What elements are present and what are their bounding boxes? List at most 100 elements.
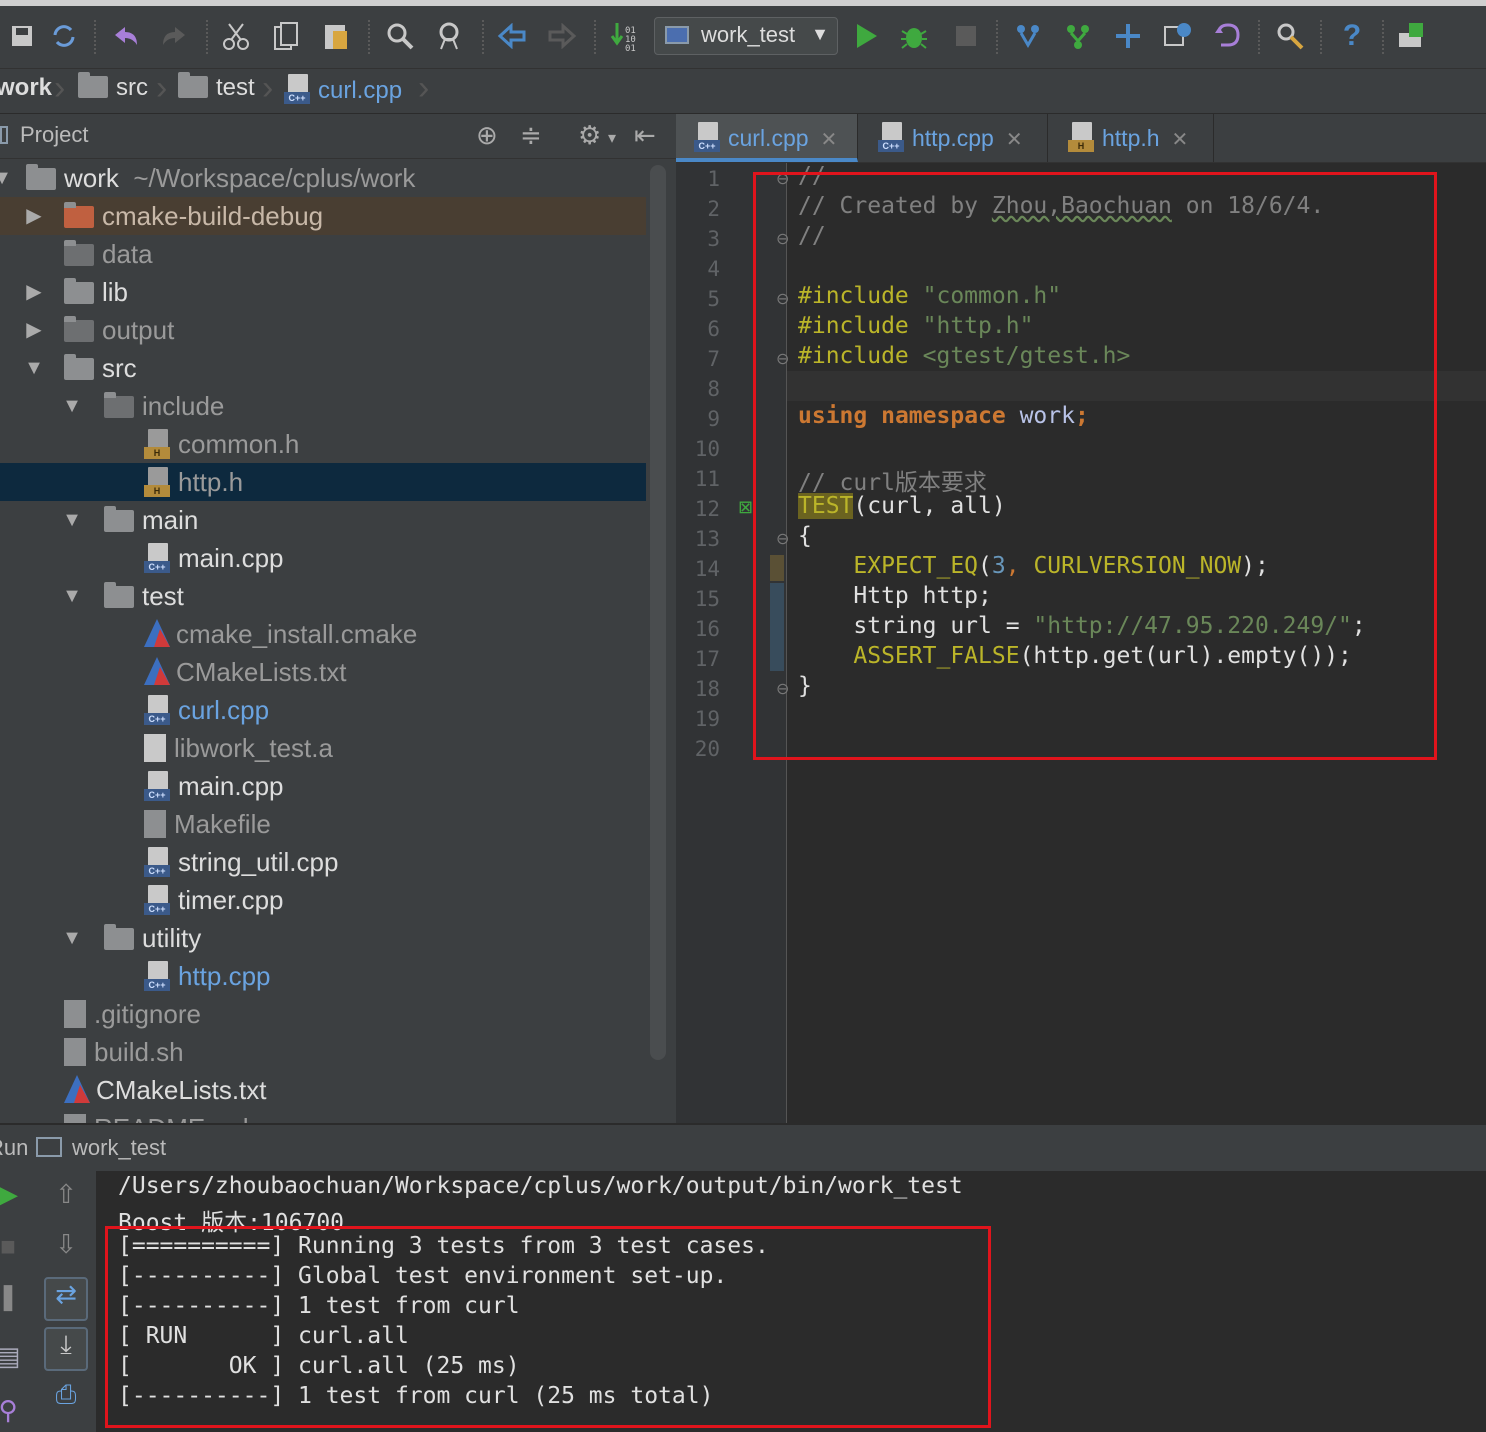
tree-item-build-sh[interactable]: build.sh	[0, 1033, 646, 1071]
cut-icon[interactable]	[214, 14, 258, 58]
run-config-selector[interactable]: work_test ▼	[654, 17, 838, 55]
main-toolbar: 01 10 01 work_test ▼ ?	[0, 6, 1486, 69]
tree-item-curl-cpp[interactable]: C++ curl.cpp	[0, 691, 646, 729]
tree-item-libwork-test[interactable]: libwork_test.a	[0, 729, 646, 767]
tree-item-http-h[interactable]: Hhttp.h	[0, 463, 646, 501]
breadcrumb-item-curl-cpp[interactable]: C++ curl.cpp	[284, 74, 402, 105]
soft-wrap-icon[interactable]: ⇄	[44, 1277, 88, 1321]
expand-arrow-icon[interactable]: ▼	[62, 919, 82, 957]
run-panel-config[interactable]: work_test	[72, 1135, 166, 1161]
tab-curl-cpp[interactable]: C++ curl.cpp ✕	[676, 114, 858, 162]
cmake-icon	[144, 619, 170, 647]
print-icon[interactable]: ⎙	[46, 1379, 86, 1411]
vcs-history-icon[interactable]	[1156, 14, 1200, 58]
run-icon[interactable]	[844, 14, 888, 58]
svg-text:01: 01	[625, 44, 636, 51]
tree-item-src[interactable]: ▼ src	[0, 349, 646, 387]
tree-item-string-util[interactable]: C++ string_util.cpp	[0, 843, 646, 881]
run-panel-title[interactable]: Run	[0, 1135, 28, 1161]
save-all-icon[interactable]	[0, 14, 44, 58]
copy-icon[interactable]	[264, 14, 308, 58]
toolbar-separator	[996, 20, 999, 54]
tree-item-path: ~/Workspace/cplus/work	[133, 163, 416, 193]
tree-item-cmake-build-debug[interactable]: ▶ cmake-build-debug	[0, 197, 646, 235]
tree-item-timer-cpp[interactable]: C++ timer.cpp	[0, 881, 646, 919]
find-icon[interactable]	[378, 14, 422, 58]
tree-item-test[interactable]: ▼ test	[0, 577, 646, 615]
rerun-icon[interactable]: ▶	[0, 1179, 28, 1210]
vcs-push-icon[interactable]	[1106, 14, 1150, 58]
layout-icon[interactable]: ▤	[0, 1341, 28, 1372]
toolbar-separator	[1320, 20, 1323, 54]
tree-item-data[interactable]: data	[0, 235, 646, 273]
stop-icon[interactable]	[944, 14, 988, 58]
forward-icon[interactable]	[540, 14, 584, 58]
folder-icon	[64, 202, 94, 228]
tree-item-lib[interactable]: ▶ lib	[0, 273, 646, 311]
project-panel-title[interactable]: Project	[20, 122, 88, 148]
tree-item-gitignore[interactable]: .gitignore	[0, 995, 646, 1033]
locate-icon[interactable]: ⊕	[476, 120, 498, 151]
run-test-gutter-icon[interactable]: ⊠	[738, 497, 753, 518]
tab-http-h[interactable]: Hhttp.h ✕	[1050, 114, 1214, 162]
expand-arrow-icon[interactable]: ▶	[24, 197, 44, 235]
sync-icon[interactable]	[42, 14, 86, 58]
sdk-icon[interactable]	[1390, 14, 1434, 58]
tree-item-cmakelists-test[interactable]: CMakeLists.txt	[0, 653, 646, 691]
debug-icon[interactable]	[892, 14, 936, 58]
breadcrumb-item-src[interactable]: src	[78, 72, 148, 102]
tree-item-common-h[interactable]: Hcommon.h	[0, 425, 646, 463]
tree-item-http-cpp[interactable]: C++ http.cpp	[0, 957, 646, 995]
settings-icon[interactable]	[1268, 14, 1312, 58]
line-number: 2	[707, 197, 720, 221]
pause-icon[interactable]: ❚	[0, 1281, 28, 1312]
tree-item-main-cpp[interactable]: C++ main.cpp	[0, 539, 646, 577]
expand-arrow-icon[interactable]: ▼	[62, 501, 82, 539]
expand-arrow-icon[interactable]: ▼	[62, 387, 82, 425]
chevron-down-icon[interactable]: ▾	[608, 128, 616, 148]
up-arrow-icon[interactable]: ⇧	[46, 1179, 86, 1210]
tree-item-readme[interactable]: README.md	[0, 1109, 646, 1123]
tab-label: http.cpp	[912, 125, 994, 151]
back-icon[interactable]	[490, 14, 534, 58]
collapse-all-icon[interactable]: ≑	[520, 120, 542, 151]
close-icon[interactable]: ✕	[821, 129, 838, 151]
breadcrumb-item-work[interactable]: work	[0, 74, 52, 102]
expand-arrow-icon[interactable]: ▼	[0, 159, 12, 197]
tree-item-utility[interactable]: ▼ utility	[0, 919, 646, 957]
tree-item-test-main-cpp[interactable]: C++ main.cpp	[0, 767, 646, 805]
build-icon[interactable]: 01 10 01	[602, 14, 646, 58]
vcs-update-icon[interactable]	[1006, 14, 1050, 58]
scroll-to-end-icon[interactable]: ⤓	[44, 1327, 88, 1371]
expand-arrow-icon[interactable]: ▼	[24, 349, 44, 387]
close-icon[interactable]: ✕	[1172, 129, 1189, 151]
tree-item-output[interactable]: ▶ output	[0, 311, 646, 349]
paste-icon[interactable]	[314, 14, 358, 58]
tree-item-work[interactable]: ▼ work ~/Workspace/cplus/work	[0, 159, 646, 197]
tree-item-main[interactable]: ▼ main	[0, 501, 646, 539]
close-icon[interactable]: ✕	[1006, 129, 1023, 151]
redo-icon[interactable]	[152, 14, 196, 58]
pin-icon[interactable]: ⚲	[0, 1395, 28, 1426]
vcs-commit-icon[interactable]	[1056, 14, 1100, 58]
breadcrumb-item-test[interactable]: test	[178, 72, 255, 102]
tab-http-cpp[interactable]: C++ http.cpp ✕	[860, 114, 1048, 162]
expand-arrow-icon[interactable]: ▶	[24, 311, 44, 349]
gear-icon[interactable]: ⚙	[578, 120, 601, 151]
expand-arrow-icon[interactable]: ▼	[62, 577, 82, 615]
tree-item-makefile[interactable]: Makefile	[0, 805, 646, 843]
tree-item-cmakelists-root[interactable]: CMakeLists.txt	[0, 1071, 646, 1109]
expand-arrow-icon[interactable]: ▶	[24, 273, 44, 311]
replace-icon[interactable]	[428, 14, 472, 58]
tree-item-cmake-install[interactable]: cmake_install.cmake	[0, 615, 646, 653]
editor-tabs: C++ curl.cpp ✕ C++ http.cpp ✕ Hhttp.h ✕	[676, 114, 1486, 163]
help-icon[interactable]: ?	[1330, 14, 1374, 58]
hide-panel-icon[interactable]: ⇤	[634, 120, 656, 151]
down-arrow-icon[interactable]: ⇩	[46, 1229, 86, 1260]
folder-icon	[104, 924, 134, 950]
undo-icon[interactable]	[104, 14, 148, 58]
vcs-revert-icon[interactable]	[1206, 14, 1250, 58]
stop-icon[interactable]: ■	[0, 1231, 28, 1262]
tree-item-include[interactable]: ▼ include	[0, 387, 646, 425]
tree-scrollbar[interactable]	[650, 165, 666, 1060]
